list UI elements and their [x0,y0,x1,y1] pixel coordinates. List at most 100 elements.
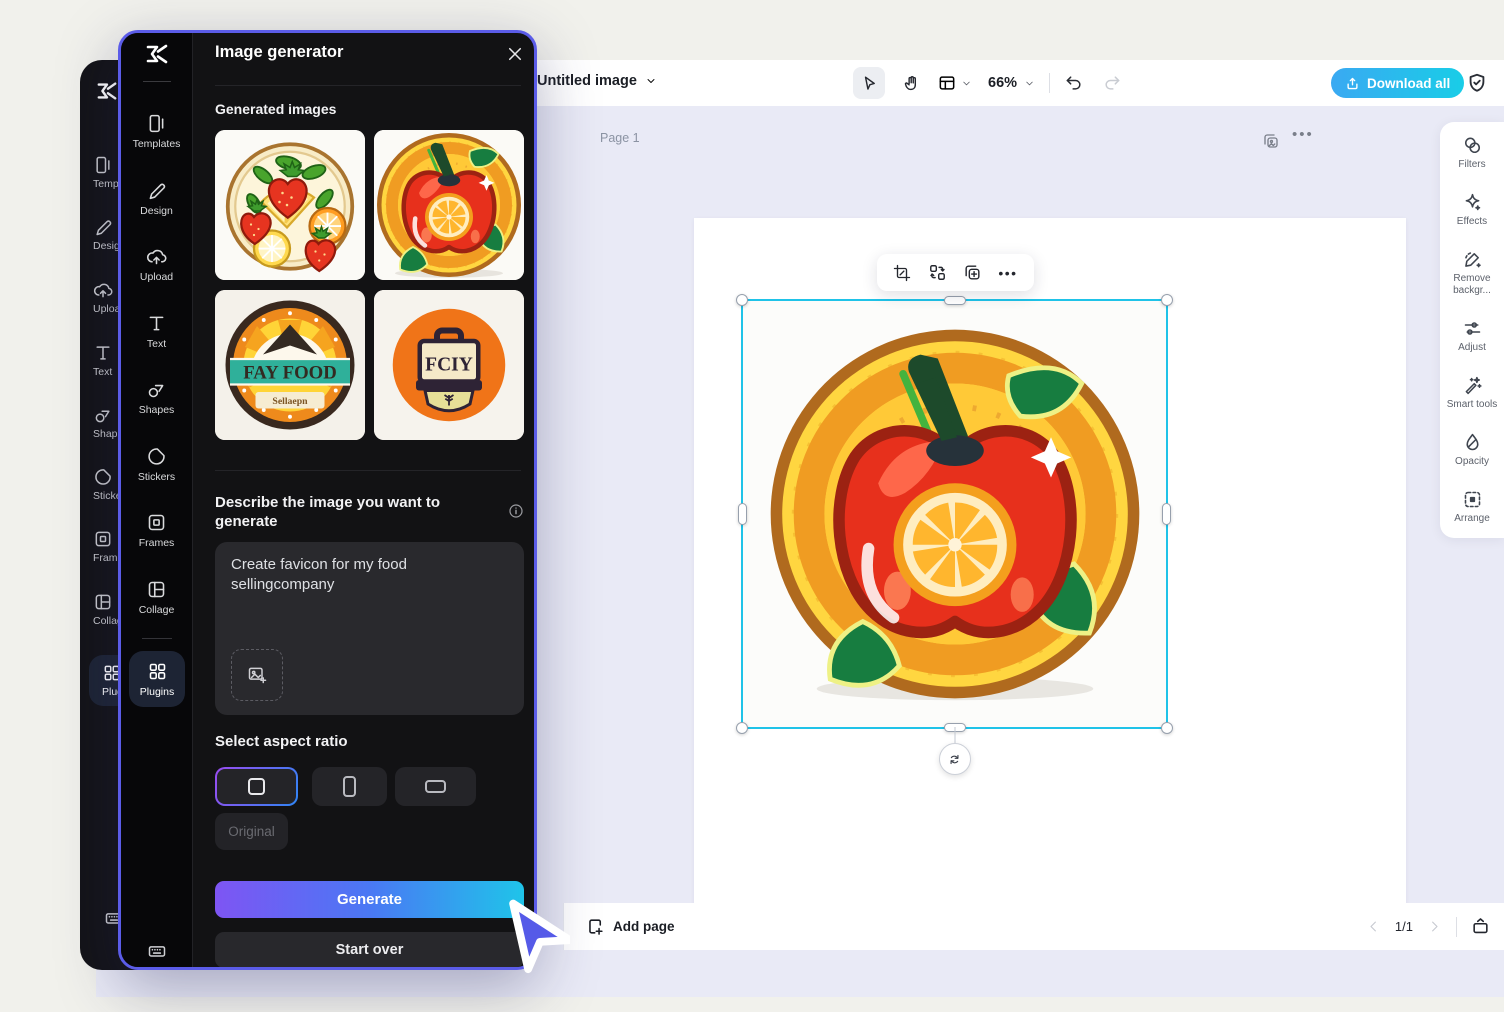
undo-icon[interactable] [1064,73,1084,93]
badge-title-text: FAY FOOD [243,363,337,384]
generated-images-heading: Generated images [215,101,337,117]
page-bar: Add page 1/1 [563,903,1504,950]
tool-arrange[interactable]: Arrange [1442,489,1502,525]
rotate-handle-stem [954,727,955,743]
page-more-icon[interactable]: ••• [1292,126,1314,143]
close-icon[interactable] [506,45,524,63]
stickers-icon [95,469,111,485]
stickers-icon [148,448,165,465]
divider [215,470,521,471]
chevron-down-icon [647,79,655,83]
panel-content: Image generator Generated images FAY FOO… [193,33,534,967]
sidebar-item-plugins[interactable]: Plugins [129,651,185,707]
aspect-portrait-button[interactable] [312,767,387,806]
add-image-icon [248,667,267,684]
sidebar-item-label: Templates [132,138,181,150]
sidebar-item-templates[interactable]: Templates [121,113,192,150]
hand-tool-button[interactable] [895,67,927,99]
selected-image-frame[interactable] [736,294,1173,775]
tool-effects[interactable]: Effects [1442,192,1502,228]
generated-thumbnail-bag-monogram[interactable]: FCIY [374,290,524,440]
pager-divider [1456,916,1457,937]
shapes-icon [148,384,164,398]
resize-handle-nw[interactable] [736,294,748,306]
sidebar-item-label: Frames [138,537,175,549]
add-reference-image-button[interactable] [231,649,283,701]
upload-icon [93,283,113,298]
sidebar-item-collage[interactable]: Collage [121,579,192,616]
resize-handle-se[interactable] [1161,722,1173,734]
next-page-icon[interactable] [1427,919,1442,934]
page-image-icon[interactable] [1262,132,1280,150]
start-over-button[interactable]: Start over [215,932,524,967]
present-icon[interactable] [1471,917,1490,936]
generated-thumbnail-apple-coin[interactable] [374,130,524,280]
prev-page-icon[interactable] [1366,919,1381,934]
panel-sidebar: Templates Design Upload Text Shapes Stic… [121,33,193,967]
resize-handle-sw[interactable] [736,722,748,734]
sidebar-item-text[interactable]: Text [121,313,192,350]
layout-tool-button[interactable] [937,73,972,93]
document-title-menu[interactable]: Untitled image [537,73,657,89]
sidebar-divider [142,638,172,639]
more-options-icon[interactable]: ••• [998,265,1017,281]
tool-opacity[interactable]: Opacity [1442,432,1502,468]
remove-background-icon [1464,252,1481,268]
start-over-label: Start over [335,942,404,958]
shapes-icon [95,410,110,423]
aspect-landscape-button[interactable] [395,767,476,806]
sidebar-item-design[interactable]: Design [121,180,192,217]
tool-filters[interactable]: Filters [1442,135,1502,171]
resize-handle-n[interactable] [943,296,966,305]
collage-icon [148,581,165,598]
sidebar-item-label: Shapes [138,404,175,416]
rotate-handle[interactable] [938,743,971,775]
info-icon[interactable] [508,503,524,519]
generated-thumbnail-fay-food-badge[interactable]: FAY FOOD Sellaepn [215,290,365,440]
duplicate-icon[interactable] [963,263,982,282]
filters-icon [1464,137,1480,154]
aspect-square-button[interactable] [215,767,298,806]
generate-button[interactable]: Generate [215,881,524,918]
sidebar-item-stickers[interactable]: Stickers [121,446,192,483]
redo-icon[interactable] [1102,73,1122,93]
replace-icon[interactable] [928,263,947,282]
tool-smart-tools[interactable]: Smart tools [1442,375,1502,411]
generated-thumbnail-fruit-plate[interactable] [215,130,365,280]
effects-icon [1465,193,1480,211]
templates-icon [96,156,110,174]
aspect-original-button[interactable]: Original [215,813,288,850]
hand-icon [904,75,916,90]
resize-handle-ne[interactable] [1161,294,1173,306]
download-all-button[interactable]: Download all [1331,68,1465,98]
frames-icon [148,514,165,531]
design-icon [96,220,112,236]
tool-adjust[interactable]: Adjust [1442,318,1502,354]
sidebar-item-label: Plugins [139,685,175,698]
tool-remove-background[interactable]: Remove backgr... [1442,249,1502,296]
prompt-textarea[interactable]: Create favicon for my food sellingcompan… [215,542,524,715]
frames-icon [95,531,111,547]
apple-coin-image[interactable] [743,301,1166,727]
arrange-icon [1464,492,1480,508]
crop-icon[interactable] [893,264,911,282]
keyboard-icon[interactable] [147,941,167,961]
tool-label: Remove backgr... [1453,273,1491,296]
resize-handle-e[interactable] [1162,503,1171,525]
adjust-icon [1464,322,1480,335]
layout-icon [939,76,955,90]
sidebar-item-upload[interactable]: Upload [121,246,192,283]
opacity-icon [1465,434,1479,451]
add-page-icon [589,919,603,935]
upload-icon [146,249,167,265]
sidebar-item-shapes[interactable]: Shapes [121,379,192,416]
select-tool-button[interactable] [853,67,885,99]
zoom-control[interactable]: 66% [988,75,1035,91]
sidebar-item-frames[interactable]: Frames [121,512,192,549]
add-page-button[interactable]: Add page [586,917,675,936]
resize-handle-w[interactable] [738,503,747,525]
shield-check-icon[interactable] [1466,72,1488,94]
tool-label: Opacity [1455,456,1489,468]
image-context-toolbar: ••• [877,254,1034,291]
sidebar-item-text[interactable]: Text [93,343,113,378]
